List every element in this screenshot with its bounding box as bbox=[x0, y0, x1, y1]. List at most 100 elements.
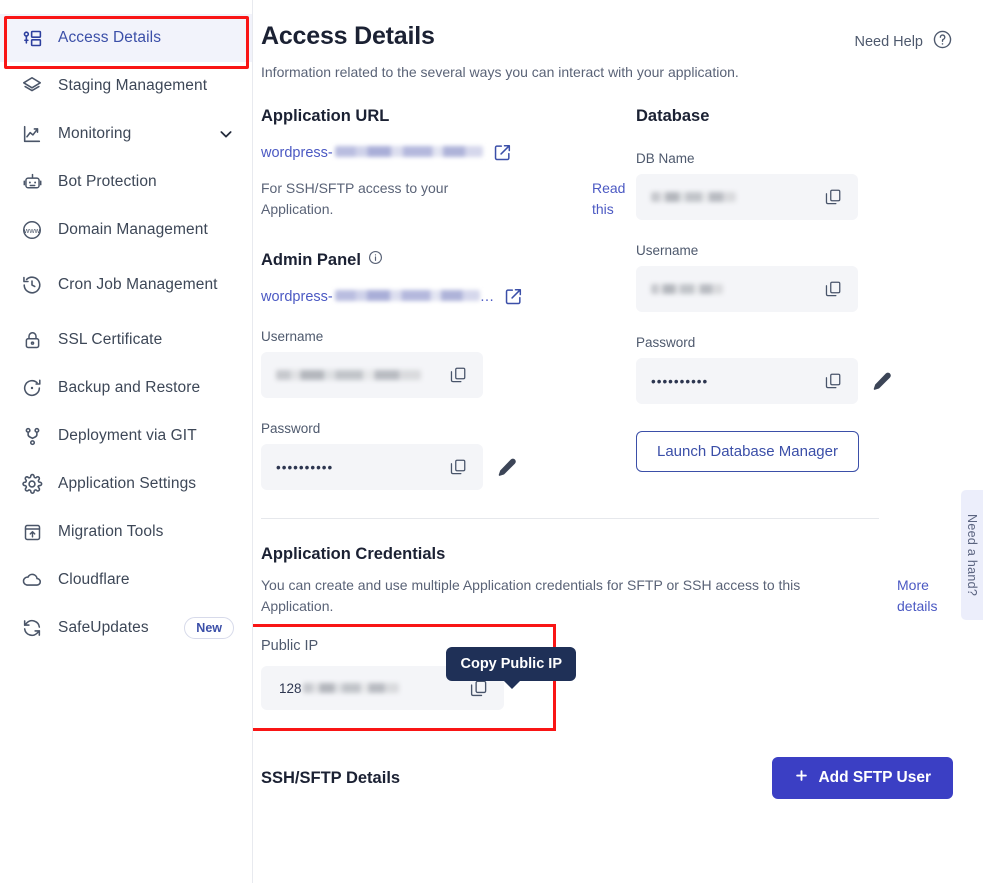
launch-database-manager-button[interactable]: Launch Database Manager bbox=[636, 431, 859, 472]
sidebar-item-label: SSL Certificate bbox=[58, 331, 163, 349]
admin-panel-heading: Admin Panel bbox=[261, 250, 636, 270]
sidebar-item-ssl-certificate[interactable]: SSL Certificate bbox=[0, 316, 252, 364]
add-sftp-user-button[interactable]: Add SFTP User bbox=[772, 757, 953, 799]
sidebar-item-label: Domain Management bbox=[58, 221, 208, 239]
copy-icon[interactable] bbox=[824, 188, 842, 206]
need-help-label: Need Help bbox=[854, 33, 923, 50]
public-ip-block: Public IP 128 Copy Public IP bbox=[253, 624, 576, 731]
copy-icon[interactable] bbox=[824, 372, 842, 390]
sidebar-item-backup-and-restore[interactable]: Backup and Restore bbox=[0, 364, 252, 412]
svg-text:www: www bbox=[23, 226, 41, 235]
application-url-row: wordpress- bbox=[261, 143, 636, 162]
page-header: Access Details Need Help bbox=[261, 22, 953, 54]
sidebar-item-label: Application Settings bbox=[58, 475, 197, 493]
ssh-help-text: For SSH/SFTP access to your Application. bbox=[261, 180, 449, 217]
db-name-label: DB Name bbox=[636, 151, 695, 166]
main-content: Access Details Need Help Information rel… bbox=[253, 0, 983, 883]
application-credentials-description-row: You can create and use multiple Applicat… bbox=[261, 575, 953, 617]
sidebar-item-migration-tools[interactable]: Migration Tools bbox=[0, 508, 252, 556]
sidebar-item-access-details[interactable]: Access Details bbox=[0, 14, 252, 62]
copy-icon[interactable] bbox=[824, 280, 842, 298]
sidebar-item-deployment-via-git[interactable]: Deployment via GIT bbox=[0, 412, 252, 460]
left-column: Application URL wordpress- For SSH/SFTP … bbox=[261, 107, 636, 490]
sidebar-item-domain-management[interactable]: www Domain Management bbox=[0, 206, 252, 254]
sidebar-item-application-settings[interactable]: Application Settings bbox=[0, 460, 252, 508]
public-ip-value: 128 bbox=[279, 680, 302, 696]
read-this-link[interactable]: Read this bbox=[592, 178, 636, 220]
external-link-icon[interactable] bbox=[493, 143, 512, 162]
db-password-value: •••••••••• bbox=[651, 373, 709, 389]
sidebar-item-bot-protection[interactable]: Bot Protection bbox=[0, 158, 252, 206]
application-url-value[interactable]: wordpress- bbox=[261, 145, 483, 161]
sidebar-item-safeupdates[interactable]: SafeUpdates New bbox=[0, 604, 252, 652]
ssh-help-row: For SSH/SFTP access to your Application.… bbox=[261, 178, 636, 220]
need-a-hand-tab[interactable]: Need a hand? bbox=[961, 490, 983, 620]
application-url-heading: Application URL bbox=[261, 107, 390, 125]
copy-public-ip-tooltip: Copy Public IP bbox=[446, 647, 576, 689]
sidebar-item-staging-management[interactable]: Staging Management bbox=[0, 62, 252, 110]
copy-icon[interactable] bbox=[449, 458, 467, 476]
sidebar-badge-new: New bbox=[184, 617, 234, 639]
admin-password-label: Password bbox=[261, 421, 321, 436]
right-column: Database DB Name Username Password •••••… bbox=[636, 107, 953, 490]
sidebar-item-label: Cloudflare bbox=[58, 571, 130, 589]
pencil-icon[interactable] bbox=[872, 371, 893, 392]
refresh-sync-icon bbox=[20, 616, 44, 640]
redacted-url-segment bbox=[334, 289, 480, 301]
redacted-db-username bbox=[651, 284, 723, 294]
application-credentials-description: You can create and use multiple Applicat… bbox=[261, 577, 801, 614]
db-name-field[interactable] bbox=[636, 174, 858, 220]
db-username-label: Username bbox=[636, 243, 699, 258]
sidebar-item-label: Staging Management bbox=[58, 77, 208, 95]
need-help-link[interactable]: Need Help bbox=[854, 29, 953, 54]
admin-password-row: •••••••••• bbox=[261, 444, 636, 490]
external-link-icon[interactable] bbox=[504, 287, 523, 306]
access-details-page: Access Details Staging Management Monito… bbox=[0, 0, 983, 883]
pencil-icon[interactable] bbox=[497, 457, 518, 478]
info-circle-icon[interactable] bbox=[368, 250, 383, 270]
more-details-link[interactable]: More details bbox=[897, 575, 953, 617]
cloud-icon bbox=[20, 568, 44, 592]
sidebar-item-cloudflare[interactable]: Cloudflare bbox=[0, 556, 252, 604]
chart-line-icon bbox=[20, 122, 44, 146]
admin-panel-url-value[interactable]: wordpress-… bbox=[261, 289, 494, 305]
add-sftp-user-label: Add SFTP User bbox=[818, 769, 931, 786]
sidebar-item-label: Cron Job Management bbox=[58, 276, 218, 294]
access-details-icon bbox=[20, 26, 44, 50]
details-columns: Application URL wordpress- For SSH/SFTP … bbox=[261, 107, 953, 490]
admin-username-row bbox=[261, 352, 636, 398]
sidebar: Access Details Staging Management Monito… bbox=[0, 0, 253, 883]
application-credentials-heading: Application Credentials bbox=[261, 545, 446, 563]
sidebar-item-cron-job-management[interactable]: Cron Job Management bbox=[0, 254, 252, 316]
admin-username-field[interactable] bbox=[261, 352, 483, 398]
www-globe-icon: www bbox=[20, 218, 44, 242]
sidebar-item-label: SafeUpdates bbox=[58, 619, 149, 637]
section-divider bbox=[261, 518, 879, 519]
sidebar-item-monitoring[interactable]: Monitoring bbox=[0, 110, 252, 158]
db-name-row bbox=[636, 174, 953, 220]
db-password-field[interactable]: •••••••••• bbox=[636, 358, 858, 404]
admin-password-field[interactable]: •••••••••• bbox=[261, 444, 483, 490]
chevron-down-icon[interactable] bbox=[218, 126, 234, 142]
sidebar-item-label: Access Details bbox=[58, 29, 162, 47]
admin-panel-url-prefix: wordpress- bbox=[261, 288, 333, 305]
page-title: Access Details bbox=[261, 22, 435, 50]
page-subtitle: Information related to the several ways … bbox=[261, 64, 739, 80]
sidebar-item-label: Backup and Restore bbox=[58, 379, 201, 397]
layers-icon bbox=[20, 74, 44, 98]
db-password-label: Password bbox=[636, 335, 696, 350]
db-username-field[interactable] bbox=[636, 266, 858, 312]
sidebar-item-label: Deployment via GIT bbox=[58, 427, 197, 445]
db-username-row bbox=[636, 266, 953, 312]
git-branch-icon bbox=[20, 424, 44, 448]
clock-history-icon bbox=[20, 273, 44, 297]
lock-icon bbox=[20, 328, 44, 352]
copy-icon[interactable] bbox=[469, 679, 488, 698]
migration-upload-icon bbox=[20, 520, 44, 544]
sidebar-item-label: Bot Protection bbox=[58, 173, 157, 191]
need-a-hand-label: Need a hand? bbox=[965, 513, 979, 597]
sidebar-item-label: Monitoring bbox=[58, 125, 132, 143]
copy-icon[interactable] bbox=[449, 366, 467, 384]
restore-icon bbox=[20, 376, 44, 400]
db-password-row: •••••••••• bbox=[636, 358, 953, 404]
